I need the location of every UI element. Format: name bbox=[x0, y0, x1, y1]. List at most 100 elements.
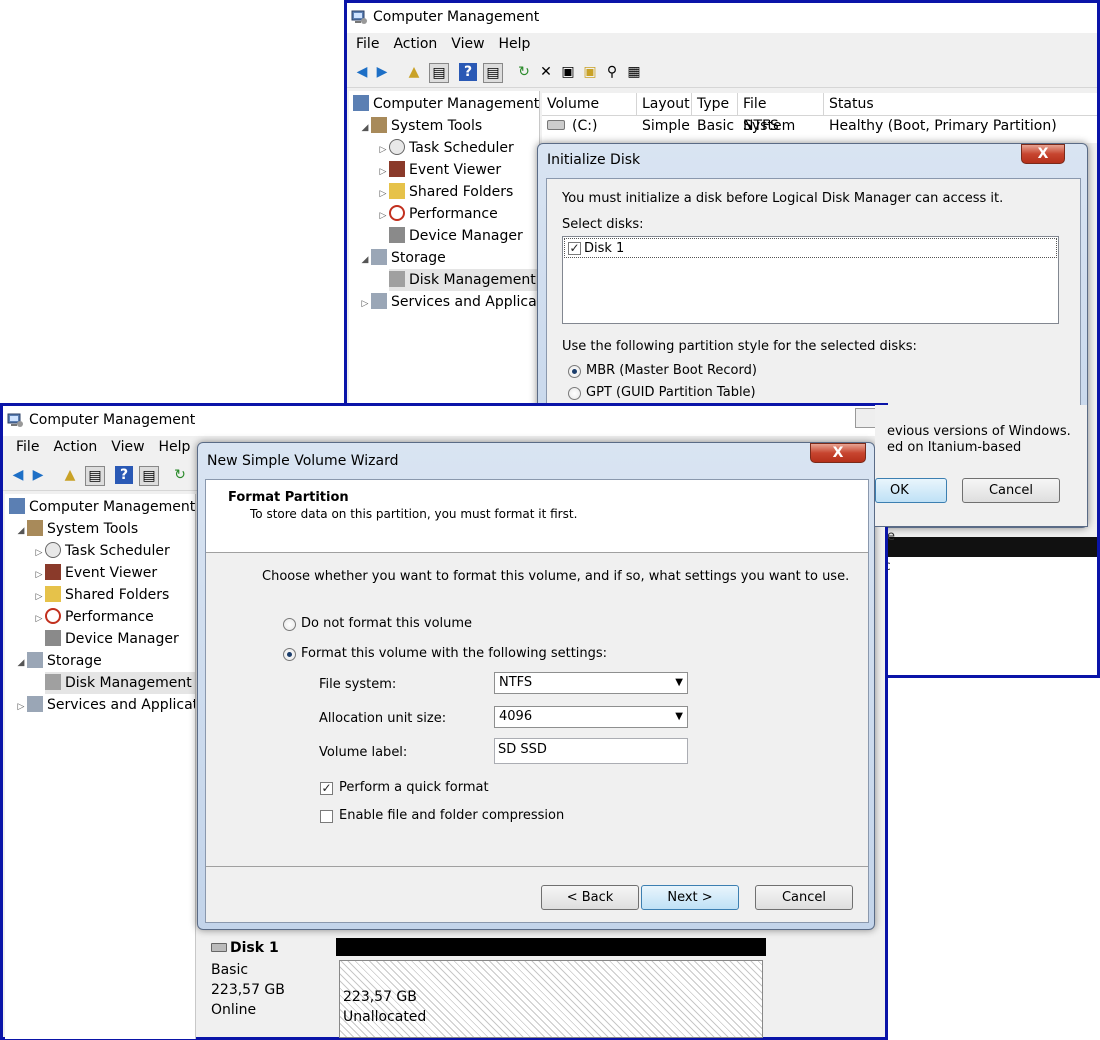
help-icon[interactable]: ? bbox=[459, 63, 477, 81]
gpt-radio[interactable] bbox=[568, 387, 581, 400]
show-hide-tree-icon[interactable]: ▤ bbox=[85, 466, 105, 486]
disk-checkbox[interactable]: ✓ bbox=[568, 242, 581, 255]
action-pane-icon[interactable]: ▤ bbox=[139, 466, 159, 486]
collapsed-arrow-icon[interactable]: ▷ bbox=[377, 183, 389, 205]
expanded-arrow-icon[interactable]: ◢ bbox=[359, 249, 371, 271]
refresh-icon[interactable]: ↻ bbox=[171, 466, 189, 484]
column-header-volume[interactable]: Volume bbox=[542, 93, 637, 115]
list-item[interactable]: ✓ Disk 1 bbox=[564, 238, 1057, 258]
volume-list: Volume Layout Type File System Status (C… bbox=[542, 93, 1097, 143]
mbr-label[interactable]: MBR (Master Boot Record) bbox=[586, 363, 757, 378]
ok-button[interactable]: OK bbox=[875, 478, 947, 503]
tree-item-storage[interactable]: ◢ Storage bbox=[15, 650, 102, 672]
expanded-arrow-icon[interactable]: ◢ bbox=[15, 520, 27, 542]
file-system-select[interactable]: NTFS ▼ bbox=[494, 672, 688, 694]
forward-arrow-icon[interactable]: ▶ bbox=[373, 63, 391, 81]
tree-item-computer-management[interactable]: Computer Management bbox=[9, 496, 195, 518]
tree-item-services-applications[interactable]: ▷ Services and Applicat bbox=[359, 291, 539, 315]
menu-help[interactable]: Help bbox=[492, 33, 538, 55]
front-window-titlebar[interactable]: Computer Management bbox=[3, 406, 885, 436]
format-label[interactable]: Format this volume with the following se… bbox=[301, 646, 607, 661]
tree-item-storage[interactable]: ◢ Storage bbox=[359, 247, 446, 269]
allocation-unit-select[interactable]: 4096 ▼ bbox=[494, 706, 688, 728]
menu-help[interactable]: Help bbox=[152, 436, 198, 458]
forward-arrow-icon[interactable]: ▶ bbox=[29, 466, 47, 484]
disk-listbox[interactable]: ✓ Disk 1 bbox=[562, 236, 1059, 324]
back-window-titlebar[interactable]: Computer Management bbox=[347, 3, 1097, 33]
properties-icon[interactable]: ▣ bbox=[559, 63, 577, 81]
column-header-type[interactable]: Type bbox=[692, 93, 738, 115]
tree-item-shared-folders[interactable]: ▷ Shared Folders bbox=[377, 181, 513, 203]
table-row[interactable]: (C:) Simple Basic NTFS Healthy (Boot, Pr… bbox=[542, 116, 1097, 138]
collapsed-arrow-icon[interactable]: ▷ bbox=[33, 608, 45, 630]
tree-item-event-viewer[interactable]: ▷ Event Viewer bbox=[33, 562, 157, 584]
tree-item-device-manager[interactable]: Device Manager bbox=[45, 628, 179, 650]
refresh-icon[interactable]: ↻ bbox=[515, 63, 533, 81]
gpt-label[interactable]: GPT (GUID Partition Table) bbox=[586, 385, 756, 400]
no-format-label[interactable]: Do not format this volume bbox=[301, 616, 472, 631]
tree-item-event-viewer[interactable]: ▷ Event Viewer bbox=[377, 159, 501, 181]
tree-item-disk-management[interactable]: Disk Management bbox=[45, 672, 195, 694]
collapsed-arrow-icon[interactable]: ▷ bbox=[33, 586, 45, 608]
tree-item-task-scheduler[interactable]: ▷ Task Scheduler bbox=[377, 137, 514, 159]
volume-label-input[interactable]: SD SSD bbox=[494, 738, 688, 764]
collapsed-arrow-icon[interactable]: ▷ bbox=[377, 161, 389, 183]
up-folder-icon[interactable]: ▲ bbox=[61, 466, 79, 484]
show-hide-tree-icon[interactable]: ▤ bbox=[429, 63, 449, 83]
quick-format-checkbox[interactable]: ✓ bbox=[320, 782, 333, 795]
menu-view[interactable]: View bbox=[444, 33, 491, 55]
unallocated-partition[interactable]: 223,57 GB Unallocated bbox=[339, 960, 763, 1038]
collapsed-arrow-icon[interactable]: ▷ bbox=[15, 696, 27, 718]
close-button[interactable]: X bbox=[1021, 144, 1065, 164]
menu-view[interactable]: View bbox=[104, 436, 151, 458]
disk-info[interactable]: Disk 1 Basic 223,57 GB Online bbox=[199, 936, 329, 1036]
next-button[interactable]: Next > bbox=[641, 885, 739, 910]
search-icon[interactable]: ⚲ bbox=[603, 63, 621, 81]
drive-icon bbox=[547, 120, 565, 130]
tree-item-device-manager[interactable]: Device Manager bbox=[389, 225, 523, 247]
collapsed-arrow-icon[interactable]: ▷ bbox=[377, 139, 389, 161]
format-radio[interactable] bbox=[283, 648, 296, 661]
close-button[interactable]: X bbox=[810, 443, 866, 463]
expanded-arrow-icon[interactable]: ◢ bbox=[359, 117, 371, 139]
collapsed-arrow-icon[interactable]: ▷ bbox=[359, 293, 371, 315]
collapsed-arrow-icon[interactable]: ▷ bbox=[33, 542, 45, 564]
back-arrow-icon[interactable]: ◀ bbox=[9, 466, 27, 484]
tree-item-services-applications[interactable]: ▷ Services and Applicat bbox=[15, 694, 195, 718]
compression-label[interactable]: Enable file and folder compression bbox=[339, 808, 564, 823]
mbr-radio[interactable] bbox=[568, 365, 581, 378]
column-header-layout[interactable]: Layout bbox=[637, 93, 692, 115]
quick-format-label[interactable]: Perform a quick format bbox=[339, 780, 489, 795]
back-button[interactable]: < Back bbox=[541, 885, 639, 910]
collapsed-arrow-icon[interactable]: ▷ bbox=[33, 564, 45, 586]
menu-file[interactable]: File bbox=[349, 33, 386, 55]
tree-item-shared-folders[interactable]: ▷ Shared Folders bbox=[33, 584, 169, 606]
tree-item-task-scheduler[interactable]: ▷ Task Scheduler bbox=[33, 540, 170, 562]
column-header-file-system[interactable]: File System bbox=[738, 93, 824, 134]
collapsed-arrow-icon[interactable]: ▷ bbox=[377, 205, 389, 227]
tree-item-system-tools[interactable]: ◢ System Tools bbox=[15, 518, 138, 540]
menu-file[interactable]: File bbox=[9, 436, 46, 458]
disk-icon[interactable]: ▦ bbox=[625, 63, 643, 81]
menu-action[interactable]: Action bbox=[386, 33, 444, 55]
tree-item-computer-management[interactable]: Computer Management bbox=[353, 93, 539, 115]
menu-action[interactable]: Action bbox=[46, 436, 104, 458]
tree-item-system-tools[interactable]: ◢ System Tools bbox=[359, 115, 482, 137]
column-header-status[interactable]: Status bbox=[824, 93, 1097, 115]
tree-item-disk-management[interactable]: Disk Management bbox=[389, 269, 539, 291]
action-pane-icon[interactable]: ▤ bbox=[483, 63, 503, 83]
tree-item-performance[interactable]: ▷ Performance bbox=[33, 606, 154, 628]
compression-checkbox[interactable] bbox=[320, 810, 333, 823]
row-type: Basic bbox=[697, 118, 735, 134]
help-icon[interactable]: ? bbox=[115, 466, 133, 484]
up-folder-icon[interactable]: ▲ bbox=[405, 63, 423, 81]
expanded-arrow-icon[interactable]: ◢ bbox=[15, 652, 27, 674]
back-arrow-icon[interactable]: ◀ bbox=[353, 63, 371, 81]
cancel-button[interactable]: Cancel bbox=[755, 885, 853, 910]
open-icon[interactable]: ▣ bbox=[581, 63, 599, 81]
cancel-button[interactable]: Cancel bbox=[962, 478, 1060, 503]
computer-management-icon bbox=[9, 498, 25, 514]
delete-icon[interactable]: ✕ bbox=[537, 63, 555, 81]
no-format-radio[interactable] bbox=[283, 618, 296, 631]
tree-item-performance[interactable]: ▷ Performance bbox=[377, 203, 498, 225]
